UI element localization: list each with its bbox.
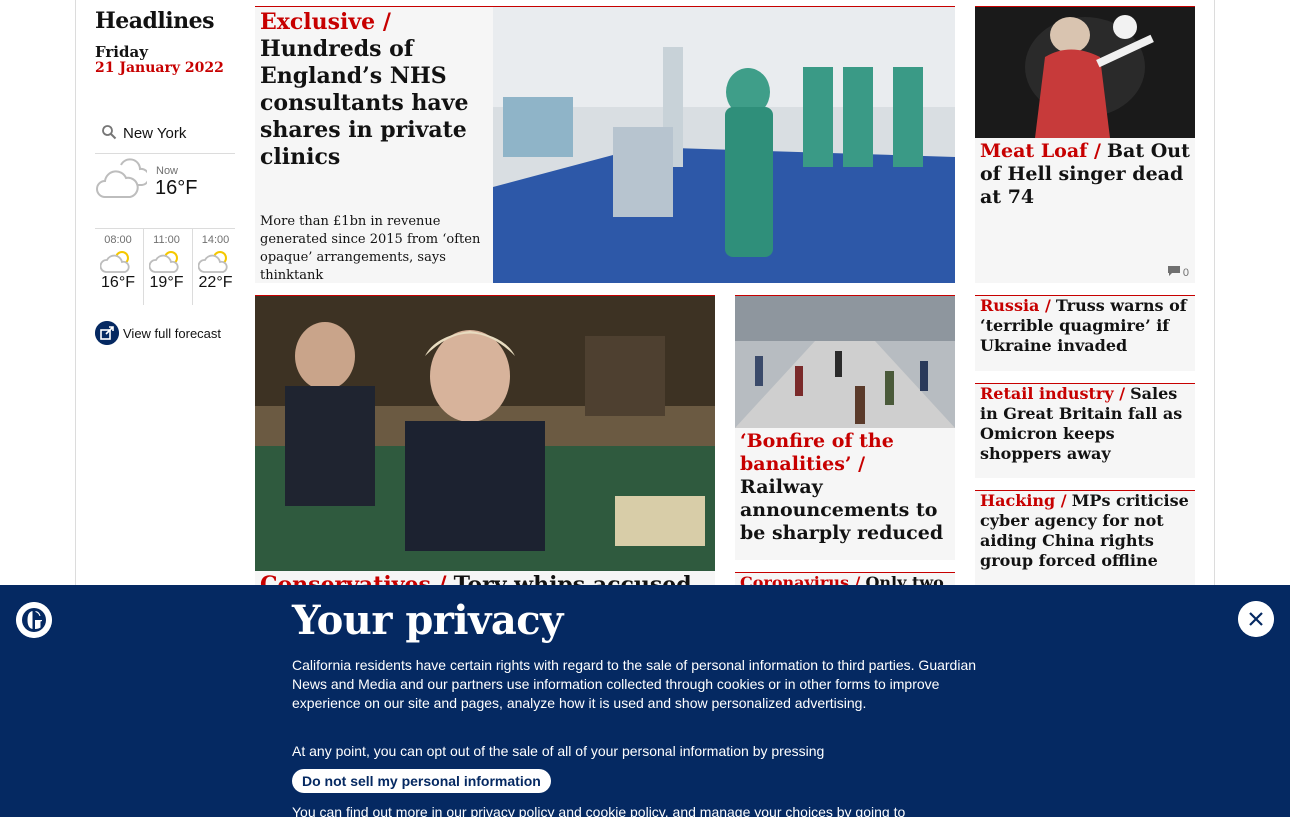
forecast-time: 08:00 [104,234,132,246]
forecast-hour: 08:00 16°F [95,229,141,305]
close-icon[interactable] [1238,601,1274,637]
guardian-logo-icon [16,602,52,638]
privacy-banner: Your privacy California residents have c… [0,585,1290,817]
forecast-time: 14:00 [201,234,230,246]
story-card-main[interactable]: Exclusive / Hundreds of England’s NHS co… [255,6,955,283]
privacy-title: Your privacy [292,597,563,644]
story-card-retail[interactable]: Retail industry / Sales in Great Britain… [975,383,1195,478]
hourly-forecast: 08:00 16°F 11:00 19°F 14:00 22°F [95,228,238,305]
story-kicker: Hacking / [980,491,1067,510]
date-full: 21 January 2022 [95,60,224,76]
story-headline[interactable]: Railway announcements to be sharply redu… [740,476,943,544]
partly-sunny-icon [148,251,179,273]
section-title: Headlines [95,8,215,34]
story-kicker: Russia / [980,296,1051,315]
forecast-temp: 16°F [101,274,135,291]
view-full-forecast-label: View full forecast [123,326,222,341]
forecast-time: 11:00 [153,234,180,246]
forecast-hour: 11:00 19°F [143,229,189,305]
comment-count[interactable]: 0 [1167,266,1189,279]
privacy-text: California residents have certain rights… [292,657,977,711]
forecast-temp: 19°F [149,274,184,291]
story-kicker: Retail industry / [980,384,1126,403]
story-image [255,296,715,571]
search-icon [102,125,117,140]
partly-sunny-icon [100,251,130,273]
cloudy-weather-icon [96,158,147,198]
story-image [975,7,1195,138]
story-card-hacking[interactable]: Hacking / MPs criticise cyber agency for… [975,490,1195,590]
weather-now-label: Now [156,165,179,177]
view-full-forecast-link[interactable]: View full forecast [95,321,245,347]
story-kicker: Meat Loaf / [980,140,1101,162]
story-headline[interactable]: Hundreds of England’s NHS consultants ha… [260,36,468,170]
story-image [735,296,955,428]
partly-sunny-icon [197,251,228,273]
weather-now-temp: 16°F [155,177,198,199]
story-card-rail[interactable]: ‘Bonfire of the banalities’ / Railway an… [735,295,955,560]
privacy-more-info-text: You can find out more in our privacy pol… [292,804,906,817]
story-image [493,7,955,283]
weather-location-search[interactable]: New York [95,118,235,154]
story-card-russia[interactable]: Russia / Truss warns of ‘terrible quagmi… [975,295,1195,371]
privacy-opt-out-text: At any point, you can opt out of the sal… [292,743,825,759]
weather-location: New York [123,125,187,142]
story-card-conservatives[interactable]: Conservatives / Tory whips accused of [255,295,715,615]
do-not-sell-button[interactable]: Do not sell my personal information [292,769,551,793]
comment-count-value: 0 [1182,267,1189,279]
forecast-hour: 14:00 22°F [192,229,238,305]
date-day: Friday [95,43,148,61]
comment-icon [1167,266,1180,276]
story-kicker: Exclusive / [260,9,391,35]
forecast-temp: 22°F [198,274,233,291]
external-link-icon [95,321,119,345]
story-standfirst: More than £1bn in revenue generated sinc… [260,214,481,283]
story-card-meat-loaf[interactable]: Meat Loaf / Bat Out of Hell singer dead … [975,6,1195,283]
story-kicker: ‘Bonfire of the banalities’ / [740,430,894,475]
